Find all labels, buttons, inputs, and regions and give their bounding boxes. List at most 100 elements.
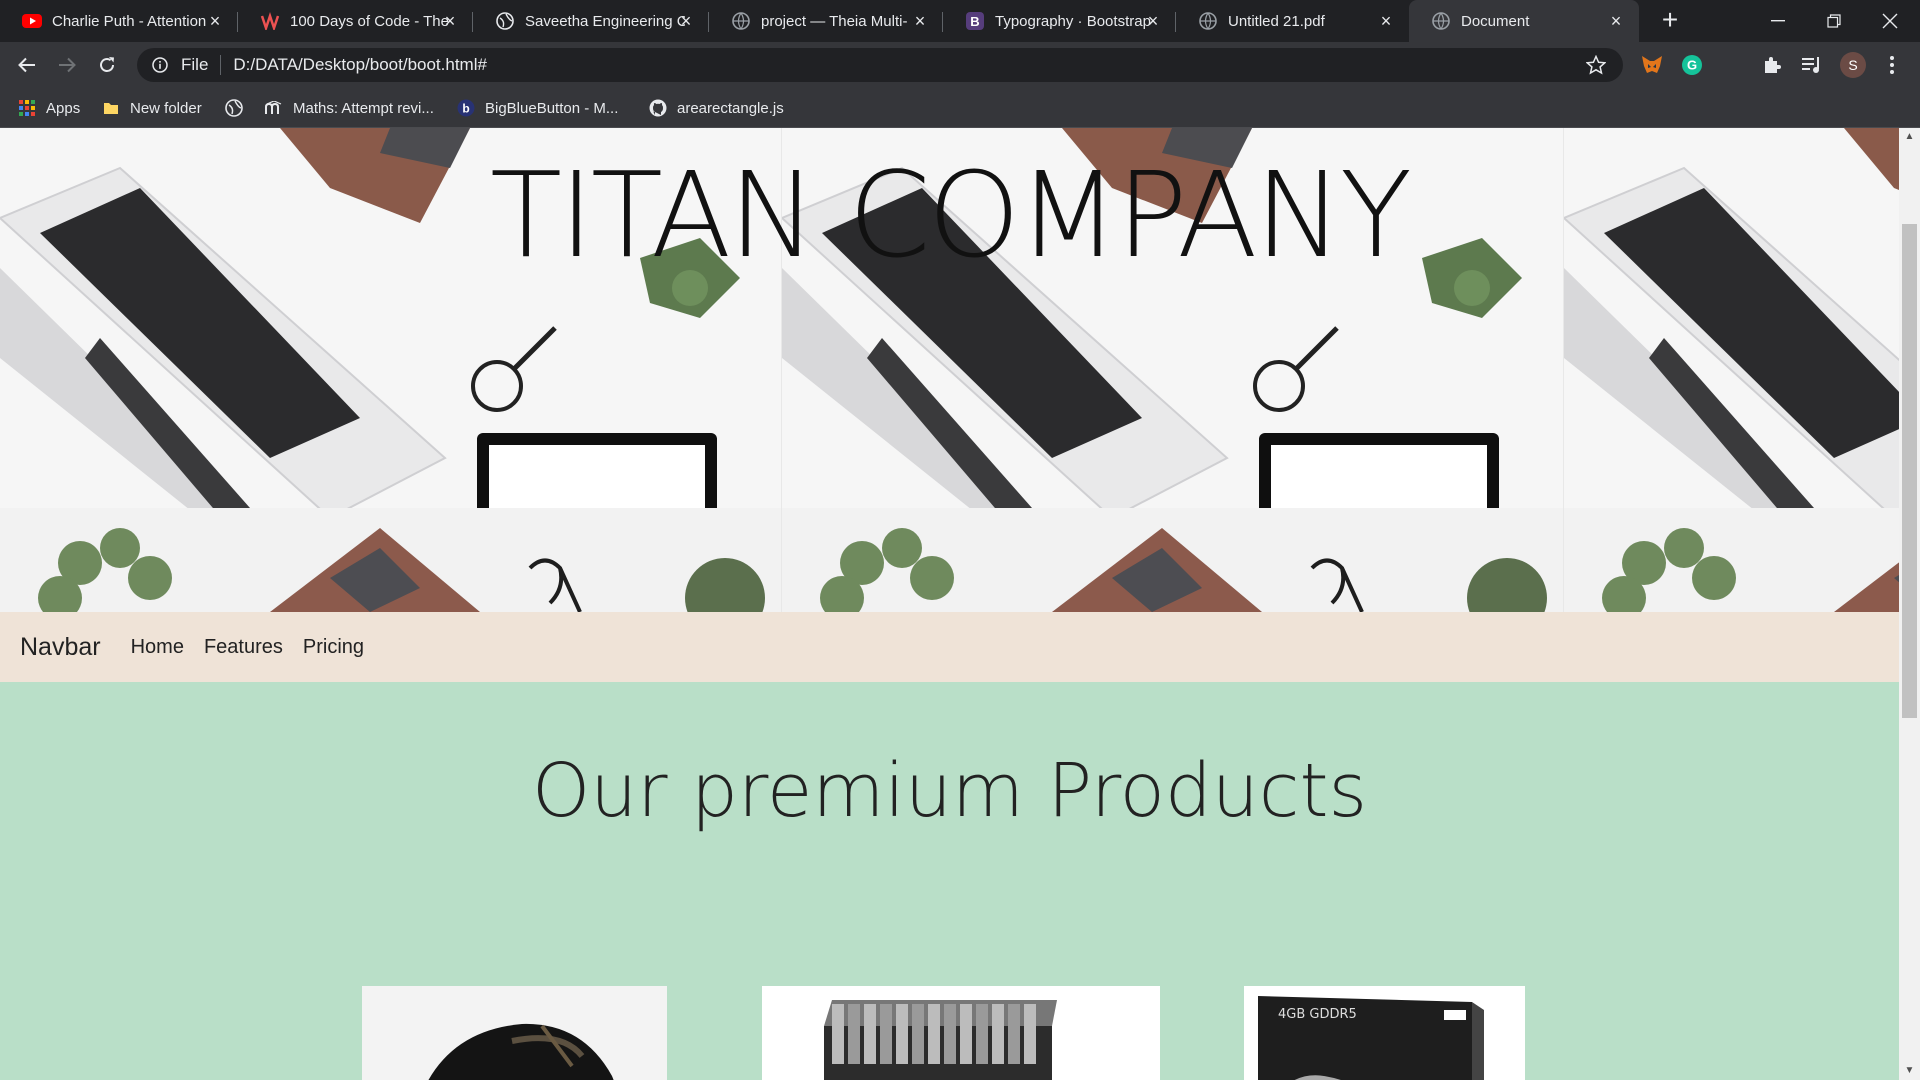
product-image — [762, 986, 1160, 1080]
bookmark-github[interactable]: arearectangle.js — [649, 96, 784, 120]
tab-close-icon[interactable]: × — [1144, 12, 1162, 30]
svg-text:B: B — [970, 14, 979, 29]
desk-photo-lower-strip — [0, 508, 781, 612]
bookmark-label: Apps — [46, 99, 81, 117]
tab-bootstrap[interactable]: B Typography · Bootstrap × — [943, 0, 1176, 42]
bootstrap-icon: B — [965, 11, 985, 31]
scroll-up-arrow-icon[interactable]: ▲ — [1899, 128, 1920, 146]
scroll-thumb[interactable] — [1902, 224, 1917, 718]
svg-text:b: b — [462, 102, 469, 116]
scroll-down-arrow-icon[interactable]: ▼ — [1899, 1062, 1920, 1080]
product-card[interactable] — [362, 986, 667, 1080]
rack-slot — [992, 1004, 1004, 1064]
tab-close-icon[interactable]: × — [677, 12, 695, 30]
tab-theia[interactable]: project — Theia Multi- × — [709, 0, 943, 42]
tab-close-icon[interactable]: × — [1607, 12, 1625, 30]
youtube-icon — [22, 11, 42, 31]
bookmark-label: arearectangle.js — [677, 99, 784, 117]
rack-slot — [960, 1004, 972, 1064]
page-scrollbar[interactable]: ▲ ▼ — [1899, 128, 1920, 1080]
tab-document[interactable]: Document × — [1409, 0, 1639, 42]
back-arrow-icon[interactable] — [12, 50, 42, 80]
svg-text:G: G — [1687, 58, 1697, 73]
bookmark-label: Maths: Attempt revi... — [293, 99, 434, 117]
close-window-icon[interactable] — [1862, 0, 1918, 42]
bookmark-globe[interactable] — [225, 96, 253, 120]
navbar-brand[interactable]: Navbar — [20, 633, 101, 662]
menu-kebab-icon[interactable] — [1880, 53, 1904, 77]
folder-icon — [102, 99, 120, 117]
minimize-icon[interactable] — [1750, 0, 1806, 42]
rack-slot — [912, 1004, 924, 1064]
bookmark-star-icon[interactable] — [1585, 54, 1607, 76]
apps-grid-icon — [18, 99, 36, 117]
rack-slot — [944, 1004, 956, 1064]
desk-photo-lower-strip — [1564, 508, 1899, 612]
bookmark-apps[interactable]: Apps — [18, 96, 80, 120]
url-text[interactable]: D:/DATA/Desktop/boot/boot.html# — [233, 55, 487, 75]
grammarly-icon[interactable]: G — [1680, 53, 1704, 77]
tab-close-icon[interactable]: × — [441, 12, 459, 30]
tab-close-icon[interactable]: × — [1377, 12, 1395, 30]
rack-slot — [896, 1004, 908, 1064]
tab-strip: Charlie Puth - Attention × 100 Days of C… — [0, 0, 1920, 42]
globe-icon — [1431, 11, 1451, 31]
globe-icon — [731, 11, 751, 31]
tab-title: 100 Days of Code - The — [290, 12, 449, 30]
tab-title: Typography · Bootstrap — [995, 12, 1151, 30]
media-playlist-icon[interactable] — [1800, 53, 1824, 77]
reload-icon[interactable] — [92, 50, 122, 80]
hero-title: TITAN COMPANY — [489, 146, 1412, 284]
rack-slot — [976, 1004, 988, 1064]
moodle-icon — [265, 99, 283, 117]
bookmark-label: New folder — [130, 99, 202, 117]
github-icon — [649, 99, 667, 117]
page-viewport: TITAN COMPANY Navbar Home Features Prici… — [0, 128, 1899, 1080]
products-heading: Our premium Products — [531, 748, 1368, 834]
rack-slot — [880, 1004, 892, 1064]
restore-icon[interactable] — [1806, 0, 1862, 42]
bigbluebutton-icon: b — [457, 99, 475, 117]
nav-link-home[interactable]: Home — [131, 636, 184, 659]
rack-slot — [928, 1004, 940, 1064]
tab-title: Untitled 21.pdf — [1228, 12, 1325, 30]
rack-slot — [1008, 1004, 1020, 1064]
bookmark-maths[interactable]: Maths: Attempt revi... — [265, 96, 434, 120]
tab-pdf[interactable]: Untitled 21.pdf × — [1176, 0, 1409, 42]
tab-title: Charlie Puth - Attention — [52, 12, 207, 30]
address-bar[interactable]: File D:/DATA/Desktop/boot/boot.html# — [137, 48, 1623, 82]
address-divider — [220, 55, 222, 75]
tab-udemy[interactable]: 100 Days of Code - The × — [238, 0, 473, 42]
tab-saveetha[interactable]: Saveetha Engineering C × — [473, 0, 709, 42]
new-tab-button[interactable]: + — [1655, 6, 1685, 36]
nav-link-features[interactable]: Features — [204, 636, 283, 659]
bookmark-bigbluebutton[interactable]: b BigBlueButton - M... — [457, 96, 618, 120]
profile-avatar[interactable]: S — [1840, 52, 1866, 78]
rack-slot — [848, 1004, 860, 1064]
browser-toolbar: File D:/DATA/Desktop/boot/boot.html# G S — [0, 42, 1920, 88]
globe-icon — [495, 11, 515, 31]
forward-arrow-icon[interactable] — [52, 50, 82, 80]
tab-title: Document — [1461, 12, 1530, 30]
globe-icon — [225, 99, 243, 117]
bookmark-label: BigBlueButton - M... — [485, 99, 619, 117]
extensions-puzzle-icon[interactable] — [1760, 53, 1784, 77]
tab-close-icon[interactable]: × — [206, 12, 224, 30]
udemy-icon — [260, 11, 280, 31]
product-card[interactable]: 4GB GDDR5 — [1244, 986, 1525, 1080]
bookmarks-bar: Apps New folder Maths: Attempt revi... b… — [0, 88, 1920, 128]
product-image: 4GB GDDR5 — [1244, 986, 1525, 1080]
hero-banner: TITAN COMPANY — [0, 128, 1899, 612]
scheme-label: File — [181, 55, 209, 74]
nav-link-pricing[interactable]: Pricing — [303, 636, 364, 659]
bookmark-new-folder[interactable]: New folder — [102, 96, 202, 120]
product-card[interactable] — [762, 986, 1160, 1080]
tab-close-icon[interactable]: × — [911, 12, 929, 30]
tab-title: project — Theia Multi- — [761, 12, 908, 30]
info-icon[interactable] — [151, 56, 169, 74]
tab-title: Saveetha Engineering C — [525, 12, 685, 30]
rack-slot — [864, 1004, 876, 1064]
metamask-fox-icon[interactable] — [1640, 53, 1664, 77]
product-box-text: 4GB GDDR5 — [1278, 1007, 1357, 1022]
tab-youtube[interactable]: Charlie Puth - Attention × — [0, 0, 238, 42]
